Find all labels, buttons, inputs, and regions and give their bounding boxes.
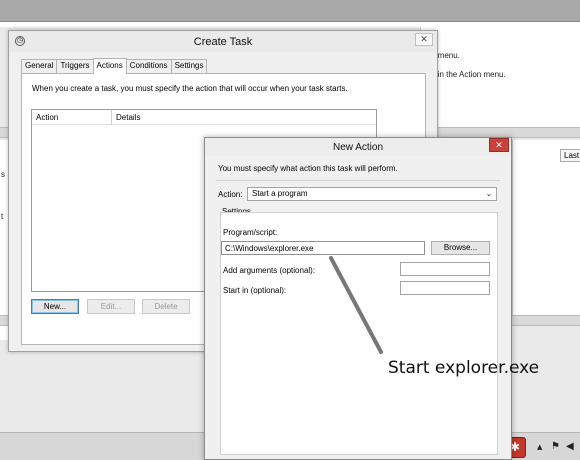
actions-table-header: Action Details [32, 110, 376, 125]
arguments-label: Add arguments (optional): [223, 266, 316, 275]
new-action-title: New Action [332, 142, 384, 153]
browse-button[interactable]: Browse... [431, 241, 490, 255]
start-in-input[interactable] [400, 281, 490, 295]
divider [216, 180, 500, 181]
delete-action-button[interactable]: Delete [142, 299, 190, 314]
column-separator[interactable] [111, 110, 112, 125]
new-action-button[interactable]: New... [31, 299, 79, 314]
callout-text: Start explorer.exe [388, 358, 540, 378]
background-last-run-header[interactable]: Last [560, 149, 580, 162]
program-script-label: Program/script: [223, 228, 278, 237]
close-icon[interactable]: ✕ [489, 138, 509, 152]
new-action-dialog: New Action ✕ You must specify what actio… [204, 137, 512, 460]
new-action-message: You must specify what action this task w… [218, 164, 398, 173]
action-select[interactable]: Start a program ⌄ [247, 187, 497, 201]
tab-conditions[interactable]: Conditions [125, 59, 172, 74]
program-script-input[interactable]: C:\Windows\explorer.exe [221, 241, 425, 255]
action-label: Action: [218, 190, 243, 199]
tab-general[interactable]: General [21, 59, 58, 74]
new-action-body: You must specify what action this task w… [208, 156, 508, 457]
tab-actions[interactable]: Actions [92, 58, 127, 74]
tab-settings[interactable]: Settings [170, 59, 208, 74]
background-left-fragment: s [1, 170, 5, 179]
arguments-input[interactable] [400, 262, 490, 276]
column-header-action[interactable]: Action [36, 113, 58, 122]
create-task-title-bar[interactable]: ◷ Create Task ✕ [9, 31, 437, 52]
new-action-title-bar[interactable]: New Action ✕ [205, 138, 511, 156]
actions-description: When you create a task, you must specify… [32, 84, 348, 93]
close-icon[interactable]: ✕ [415, 33, 433, 46]
tab-triggers[interactable]: Triggers [56, 59, 94, 74]
tray-expand-icon[interactable]: ▲ [537, 443, 542, 451]
background-left-fragment-2: t [1, 212, 4, 221]
speaker-icon[interactable]: ◀ [566, 441, 574, 452]
background-title-bar [0, 0, 580, 22]
start-in-label: Start in (optional): [223, 286, 287, 295]
edit-action-button[interactable]: Edit... [87, 299, 135, 314]
background-help-text-2: d in the Action menu. [431, 70, 506, 79]
create-task-title: Create Task [193, 36, 253, 48]
flag-icon[interactable]: ⚑ [551, 441, 560, 452]
create-task-tabs: General Triggers Actions Conditions Sett… [21, 58, 208, 74]
column-header-details[interactable]: Details [116, 113, 140, 122]
chevron-down-icon[interactable]: ⌄ [483, 188, 495, 200]
background-right-pane [512, 140, 580, 320]
action-select-value: Start a program [252, 189, 308, 198]
